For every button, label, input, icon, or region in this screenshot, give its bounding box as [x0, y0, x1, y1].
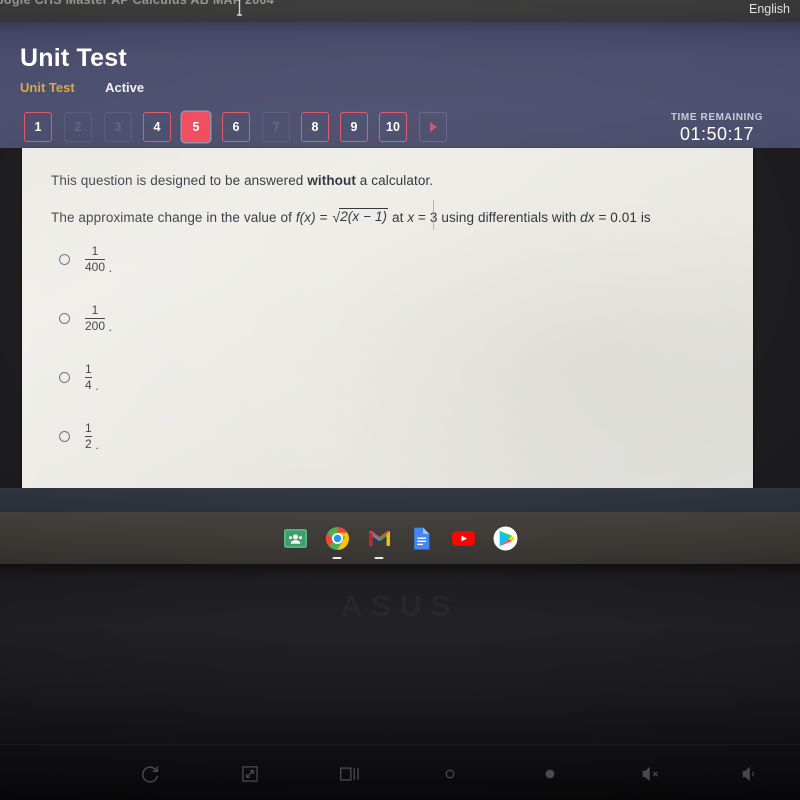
question-button-1[interactable]: 1: [24, 112, 52, 142]
radio-button-b[interactable]: [59, 313, 70, 324]
question-button-9[interactable]: 9: [340, 112, 368, 142]
page-title: Unit Test: [20, 44, 127, 72]
google-docs-icon[interactable]: [409, 526, 434, 551]
answer-fraction-c: 1 4 .: [85, 362, 99, 393]
browser-tab-titles[interactable]: oogle CHS Master AP Calculus AB MAP 2004: [0, 0, 274, 7]
calculator-instruction: This question is designed to be answered…: [51, 173, 433, 188]
prompt-paren-x: (x): [299, 210, 316, 225]
function-key-row: [0, 749, 800, 799]
question-button-3[interactable]: 3: [104, 112, 132, 142]
reload-key[interactable]: [100, 754, 200, 794]
fraction-numerator: 1: [85, 421, 92, 435]
fraction-trailing-period: .: [108, 320, 113, 335]
question-button-6[interactable]: 6: [222, 112, 250, 142]
fraction-denominator: 400: [85, 260, 106, 275]
shelf-icon-row: [0, 512, 800, 564]
radio-button-d[interactable]: [59, 431, 70, 442]
fraction-numerator: 1: [91, 244, 99, 258]
fraction-denominator: 4: [85, 378, 92, 393]
question-button-5[interactable]: 5: [182, 112, 210, 142]
google-chrome-icon[interactable]: [325, 526, 350, 559]
prompt-part-2: at: [388, 210, 408, 225]
prompt-equals: =: [315, 210, 332, 225]
fraction-trailing-period: .: [95, 438, 99, 453]
overview-key[interactable]: [300, 754, 400, 794]
fraction-denominator: 2: [85, 437, 92, 452]
gmail-icon[interactable]: [367, 526, 392, 559]
question-button-8[interactable]: 8: [301, 112, 329, 142]
browser-tab-strip: oogle CHS Master AP Calculus AB MAP 2004…: [0, 0, 800, 22]
esc-key[interactable]: [0, 754, 100, 794]
radio-button-c[interactable]: [59, 372, 70, 383]
fullscreen-key[interactable]: [200, 754, 300, 794]
google-play-icon[interactable]: [493, 526, 518, 551]
radicand: 2(x − 1): [339, 208, 389, 224]
time-remaining-value: 01:50:17: [679, 124, 755, 144]
google-classroom-icon[interactable]: [283, 526, 308, 551]
keyboard-edge: [0, 744, 800, 746]
fraction-numerator: 1: [91, 303, 99, 317]
answer-fraction-a: 1 400 .: [85, 244, 112, 275]
fraction-denominator: 200: [85, 319, 106, 334]
instruction-suffix: a calculator.: [355, 173, 434, 188]
instruction-emphasis: without: [307, 173, 356, 188]
question-button-2[interactable]: 2: [64, 112, 92, 142]
next-arrow-icon[interactable]: [419, 112, 447, 142]
assessment-tabs: Unit Test Active: [20, 79, 144, 97]
answer-fraction-d: 1 2 .: [85, 421, 99, 452]
prompt-part-1: The approximate change in the value of: [51, 210, 296, 225]
fraction-trailing-period: .: [108, 261, 113, 276]
instruction-prefix: This question is designed to be answered: [51, 173, 308, 188]
prompt-dx-value: = 0.01 is: [594, 210, 651, 225]
prompt-x-value: = 3 using differentials with: [414, 210, 581, 225]
time-remaining-label: TIME REMAINING: [670, 112, 764, 123]
prompt-dx: dx: [580, 210, 595, 225]
language-label[interactable]: English: [749, 2, 790, 16]
text-caret-artifact: [433, 200, 435, 230]
time-remaining: TIME REMAINING 01:50:17: [652, 112, 782, 145]
fraction-trailing-period: .: [95, 379, 99, 394]
tab-active[interactable]: Active: [105, 80, 144, 95]
question-button-7[interactable]: 7: [262, 112, 290, 142]
radio-button-a[interactable]: [59, 254, 70, 265]
fraction-numerator: 1: [85, 362, 92, 376]
youtube-icon[interactable]: [451, 526, 476, 551]
next-arrow-glyph: [429, 122, 437, 132]
question-card: This question is designed to be answered…: [22, 148, 753, 488]
text-cursor-icon: [236, 0, 242, 16]
volume-down-key[interactable]: [700, 754, 800, 794]
mute-key[interactable]: [600, 754, 700, 794]
brightness-up-key[interactable]: [500, 754, 600, 794]
app-running-indicator: [374, 556, 384, 559]
tab-unit-test[interactable]: Unit Test: [20, 80, 75, 95]
photo-of-chromebook-screen: oogle CHS Master AP Calculus AB MAP 2004…: [0, 0, 800, 800]
desktop-background: [0, 488, 800, 512]
assessment-header: Unit Test Unit Test Active 1 2 3 4 5 6 7…: [0, 22, 800, 148]
question-button-10[interactable]: 10: [379, 112, 407, 142]
app-running-indicator: [332, 556, 342, 559]
answer-fraction-b: 1 200 .: [85, 303, 112, 334]
question-pager: 1 2 3 4 5 6 7 8 9 10: [12, 112, 452, 148]
question-prompt: The approximate change in the value of f…: [51, 208, 651, 225]
laptop-chassis: ASUS: [0, 564, 800, 800]
brightness-down-key[interactable]: [400, 754, 500, 794]
question-button-4[interactable]: 4: [143, 112, 171, 142]
square-root-expression: √2(x − 1): [331, 208, 389, 225]
brand-logo: ASUS: [340, 590, 460, 623]
